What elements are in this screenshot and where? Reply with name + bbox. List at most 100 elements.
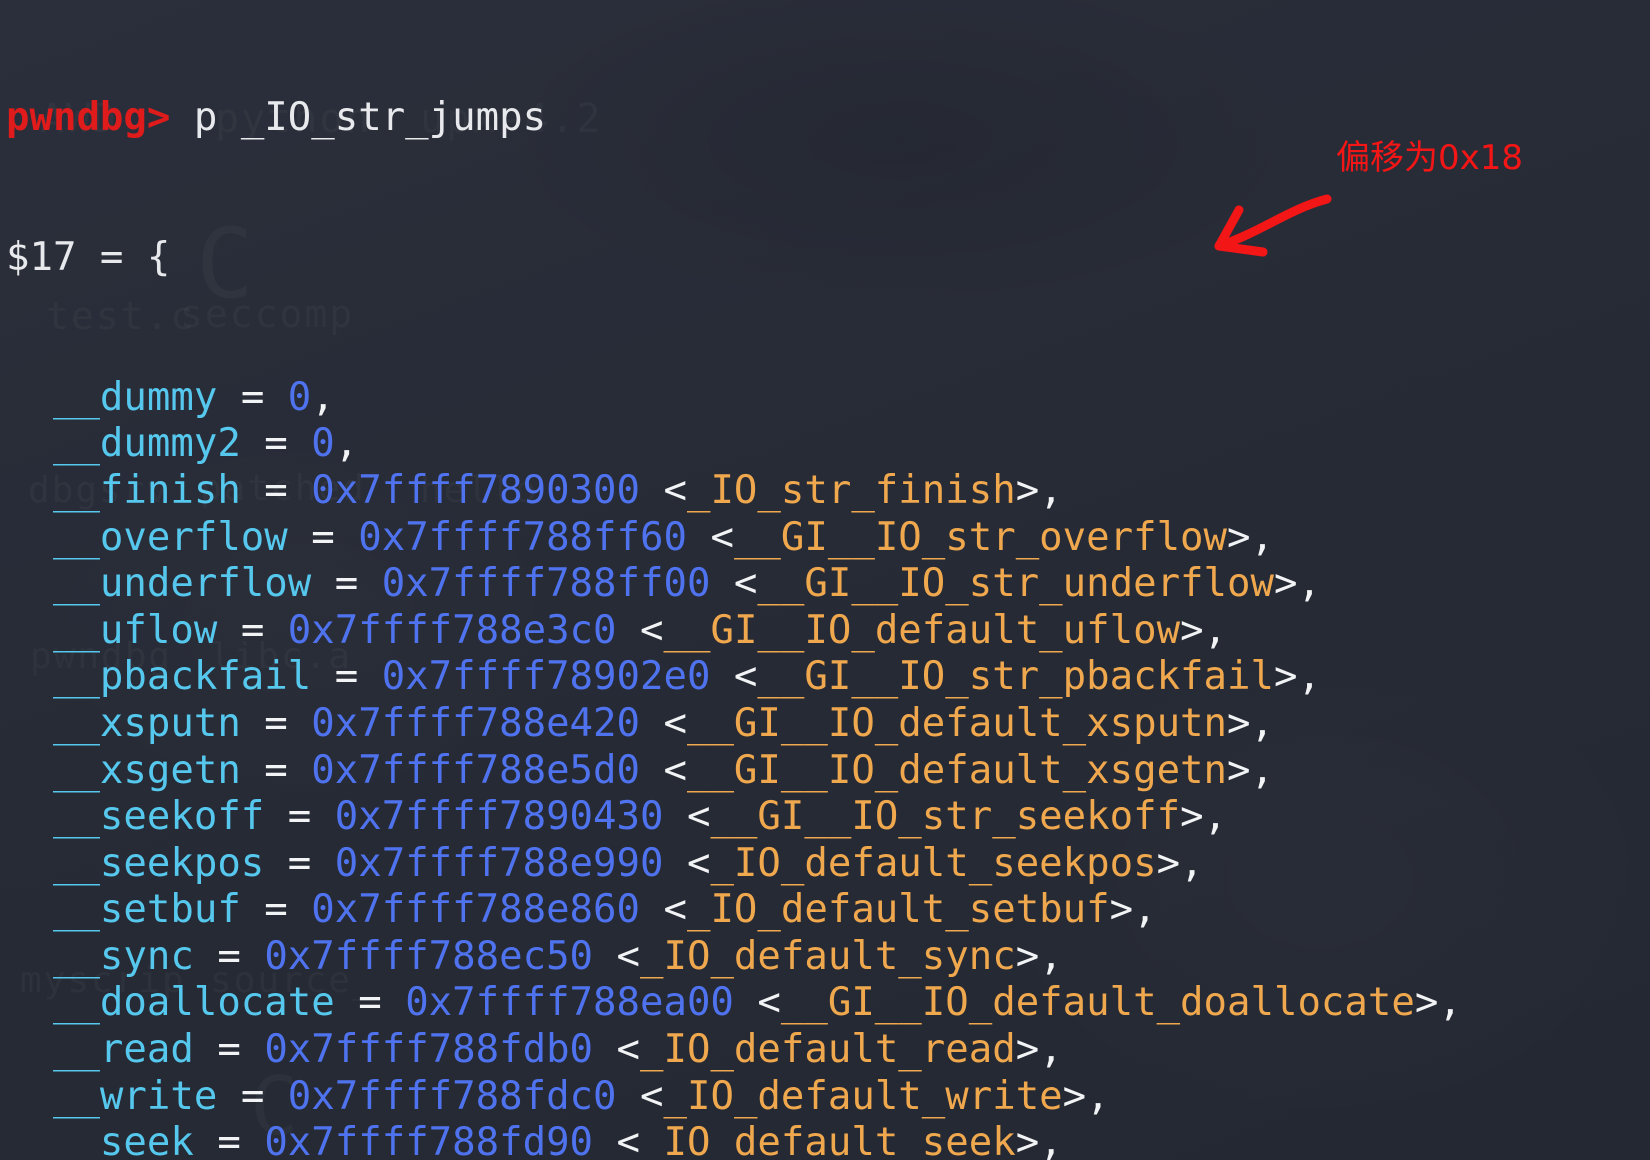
angle-open-bracket: <: [640, 467, 687, 513]
result-var: $17 = {: [6, 234, 171, 280]
field-name: __write: [52, 1073, 218, 1119]
field-name: __read: [52, 1027, 194, 1073]
field-indent: [6, 421, 53, 466]
field-symbol: __GI__IO_default_xsgetn: [686, 747, 1228, 793]
struct-field-line: __sync = 0x7ffff788ec50 <_IO_default_syn…: [6, 934, 1650, 981]
field-symbol: __GI__IO_str_underflow: [757, 561, 1274, 607]
field-symbol: __GI__IO_str_pbackfail: [757, 654, 1274, 700]
field-indent: [6, 375, 53, 420]
terminal-window: AWDpythonupx-4.2Ctest.cseccompdbgsrvpatc…: [0, 0, 1650, 1160]
field-comma: ,: [1297, 654, 1321, 700]
field-name: __sync: [52, 933, 194, 979]
field-comma: ,: [1203, 607, 1228, 653]
field-equals: =: [311, 654, 382, 700]
struct-field-line: __doallocate = 0x7ffff788ea00 <__GI__IO_…: [6, 980, 1650, 1027]
field-address: 0x7ffff788e420: [311, 700, 640, 746]
field-symbol: __GI__IO_default_uflow: [663, 607, 1181, 653]
pwndbg-prompt: pwndbg>: [6, 95, 171, 141]
field-symbol: _IO_default_sync: [640, 933, 1016, 979]
field-equals: =: [240, 700, 312, 746]
angle-close-bracket: >: [1015, 467, 1040, 513]
field-comma: ,: [334, 421, 359, 467]
angle-open-bracket: <: [593, 1027, 641, 1073]
field-symbol: _IO_default_write: [663, 1073, 1063, 1119]
angle-close-bracket: >: [1156, 840, 1181, 886]
field-indent: [6, 841, 53, 886]
angle-close-bracket: >: [1180, 794, 1204, 840]
angle-close-bracket: >: [1227, 514, 1251, 560]
field-indent: [6, 1027, 53, 1072]
field-address: 0x7ffff788fdc0: [287, 1073, 617, 1119]
field-equals: =: [240, 887, 312, 933]
field-address: 0x7ffff7890430: [334, 794, 664, 840]
angle-close-bracket: >: [1414, 980, 1439, 1026]
angle-open-bracket: <: [593, 933, 641, 979]
field-name: __seek: [52, 1120, 194, 1160]
field-indent: [6, 468, 53, 513]
field-comma: ,: [1086, 1073, 1110, 1119]
field-address: 0x7ffff788ff00: [381, 561, 711, 607]
angle-open-bracket: <: [663, 840, 711, 886]
field-name: __setbuf: [52, 887, 241, 933]
struct-field-line: __finish = 0x7ffff7890300 <_IO_str_finis…: [6, 468, 1650, 515]
angle-open-bracket: <: [733, 980, 781, 1026]
field-symbol: __GI__IO_str_seekoff: [710, 794, 1181, 840]
field-indent: [6, 748, 53, 793]
field-name: __dummy: [52, 374, 218, 420]
angle-open-bracket: <: [710, 654, 758, 700]
struct-field-line: __seekpos = 0x7ffff788e990 <_IO_default_…: [6, 841, 1650, 888]
field-address: 0x7ffff788e990: [334, 840, 664, 886]
field-comma: ,: [1297, 561, 1321, 607]
field-equals: =: [193, 1120, 265, 1160]
field-equals: =: [193, 1027, 265, 1073]
struct-field-line: __uflow = 0x7ffff788e3c0 <__GI__IO_defau…: [6, 608, 1650, 655]
field-comma: ,: [1133, 887, 1157, 933]
field-equals: =: [240, 747, 312, 793]
command-text: p _IO_str_jumps: [193, 95, 547, 141]
field-name: __doallocate: [52, 980, 335, 1026]
field-comma: ,: [1039, 933, 1063, 979]
field-address: 0x7ffff788e3c0: [287, 607, 617, 653]
struct-field-line: __xsputn = 0x7ffff788e420 <__GI__IO_defa…: [6, 701, 1650, 748]
struct-field-list: __dummy = 0, __dummy2 = 0, __finish = 0x…: [6, 375, 1650, 1160]
field-equals: =: [217, 1073, 288, 1119]
angle-close-bracket: >: [1227, 747, 1251, 793]
field-comma: ,: [1250, 700, 1274, 746]
field-indent: [6, 1120, 53, 1160]
angle-close-bracket: >: [1062, 1073, 1087, 1119]
field-equals: =: [240, 467, 312, 513]
angle-open-bracket: <: [616, 1073, 664, 1119]
field-symbol: _IO_default_seekpos: [710, 840, 1157, 886]
field-indent: [6, 980, 53, 1025]
field-comma: ,: [1039, 1027, 1063, 1073]
field-name: __overflow: [52, 514, 288, 560]
struct-field-line: __read = 0x7ffff788fdb0 <_IO_default_rea…: [6, 1027, 1650, 1074]
field-name: __pbackfail: [52, 654, 312, 700]
angle-open-bracket: <: [593, 1120, 641, 1160]
field-indent: [6, 701, 53, 746]
field-symbol: _IO_default_seek: [640, 1120, 1016, 1160]
field-symbol: _IO_default_setbuf: [686, 887, 1110, 933]
field-name: __finish: [52, 467, 241, 513]
field-address: 0x7ffff788ff60: [358, 514, 687, 560]
field-equals: =: [193, 933, 265, 979]
annotation-label: 偏移为0x18: [1336, 138, 1524, 178]
field-comma: ,: [311, 374, 335, 420]
field-equals: =: [240, 421, 312, 467]
field-comma: ,: [1250, 747, 1274, 793]
field-name: __xsputn: [52, 700, 241, 746]
struct-field-line: __overflow = 0x7ffff788ff60 <__GI__IO_st…: [6, 515, 1650, 562]
field-address: 0x7ffff788fd90: [264, 1120, 594, 1160]
angle-close-bracket: >: [1015, 933, 1040, 979]
field-symbol: _IO_default_read: [640, 1027, 1016, 1073]
field-comma: ,: [1039, 1120, 1063, 1160]
struct-field-line: __pbackfail = 0x7ffff78902e0 <__GI__IO_s…: [6, 654, 1650, 701]
field-equals: =: [264, 794, 335, 840]
angle-open-bracket: <: [710, 561, 758, 607]
field-symbol: _IO_str_finish: [686, 467, 1016, 513]
field-equals: =: [334, 980, 406, 1026]
angle-close-bracket: >: [1273, 654, 1298, 700]
angle-open-bracket: <: [616, 607, 664, 653]
field-symbol: __GI__IO_default_doallocate: [780, 980, 1415, 1026]
field-name: __uflow: [52, 607, 218, 653]
